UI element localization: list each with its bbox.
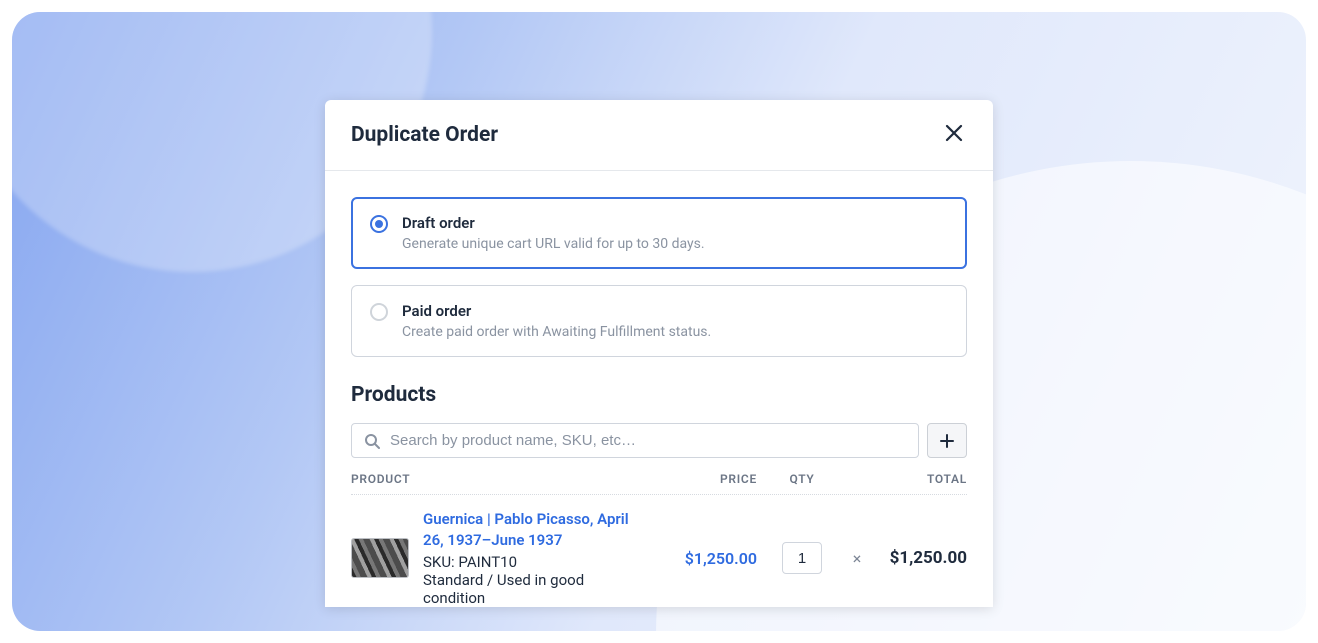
column-total: TOTAL	[847, 472, 967, 486]
quantity-input[interactable]	[782, 542, 822, 574]
product-sku: SKU: PAINT10	[423, 553, 637, 571]
products-table-header: PRODUCT PRICE QTY TOTAL	[351, 472, 967, 495]
option-title: Draft order	[402, 214, 705, 232]
modal-title: Duplicate Order	[351, 123, 498, 147]
radio-icon	[370, 303, 388, 321]
multiply-icon: ×	[847, 549, 867, 568]
background-stage: Duplicate Order Draft order Generate uni…	[12, 12, 1306, 631]
product-thumbnail	[351, 538, 409, 578]
radio-icon	[370, 215, 388, 233]
duplicate-order-modal: Duplicate Order Draft order Generate uni…	[325, 100, 993, 607]
modal-header: Duplicate Order	[325, 100, 993, 171]
option-description: Create paid order with Awaiting Fulfillm…	[402, 324, 711, 340]
product-name-link[interactable]: Guernica | Pablo Picasso, April 26, 1937…	[423, 509, 637, 551]
column-price: PRICE	[647, 472, 757, 486]
option-title: Paid order	[402, 302, 711, 320]
product-total: $1,250.00	[867, 548, 967, 568]
product-row: Guernica | Pablo Picasso, April 26, 1937…	[351, 495, 967, 607]
product-search-input[interactable]	[390, 432, 906, 449]
option-draft-order[interactable]: Draft order Generate unique cart URL val…	[351, 197, 967, 269]
option-description: Generate unique cart URL valid for up to…	[402, 236, 705, 252]
products-heading: Products	[351, 383, 967, 407]
modal-body: Draft order Generate unique cart URL val…	[325, 171, 993, 607]
column-qty: QTY	[757, 472, 847, 486]
plus-icon	[940, 434, 954, 448]
close-icon[interactable]	[941, 120, 967, 150]
search-icon	[364, 433, 380, 449]
column-product: PRODUCT	[351, 472, 647, 486]
product-price: $1,250.00	[647, 549, 757, 568]
add-product-button[interactable]	[927, 423, 967, 458]
product-search-box[interactable]	[351, 423, 919, 458]
option-paid-order[interactable]: Paid order Create paid order with Awaiti…	[351, 285, 967, 357]
product-condition: Standard / Used in good condition	[423, 571, 637, 607]
